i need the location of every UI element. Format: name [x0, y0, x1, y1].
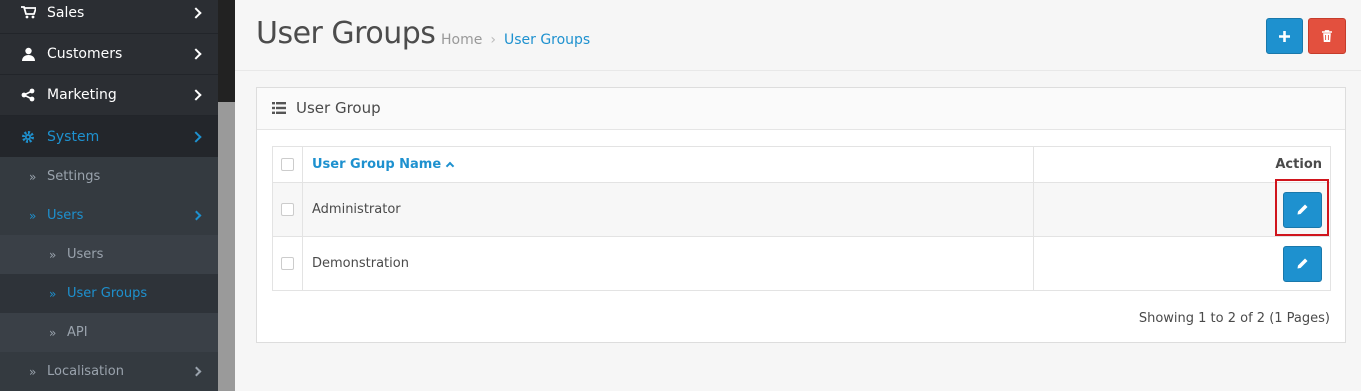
column-header-action: Action — [1033, 146, 1331, 183]
table-row: Administrator — [272, 182, 1331, 237]
row-checkbox[interactable] — [281, 203, 294, 216]
chevron-right-icon — [191, 366, 202, 377]
edit-button[interactable] — [1283, 245, 1322, 282]
double-chevron-icon: » — [29, 169, 36, 184]
double-chevron-icon: » — [29, 208, 36, 223]
chevron-right-icon — [190, 130, 202, 143]
sidebar-item-label: Sales — [47, 4, 85, 21]
double-chevron-icon: » — [49, 286, 56, 301]
add-button[interactable] — [1266, 18, 1303, 54]
chevron-right-icon — [191, 210, 202, 221]
sidebar-item-label: API — [67, 325, 88, 340]
sidebar-item-label: Users — [47, 208, 84, 223]
trash-icon — [1322, 30, 1332, 42]
plus-icon — [1279, 30, 1290, 42]
row-action-cell — [1033, 182, 1331, 237]
select-all-cell — [272, 146, 303, 183]
row-select-cell — [272, 236, 303, 291]
gear-icon — [20, 129, 36, 145]
row-checkbox[interactable] — [281, 257, 294, 270]
column-header-label: User Group Name — [312, 157, 442, 172]
row-name: Administrator — [302, 182, 1034, 237]
row-select-cell — [272, 182, 303, 237]
sidebar-item-users[interactable]: » Users — [0, 196, 218, 235]
breadcrumb-current[interactable]: User Groups — [504, 32, 590, 48]
panel-title: User Group — [296, 99, 381, 117]
sidebar-item-users-list[interactable]: » Users — [0, 235, 218, 274]
breadcrumb: Home › User Groups — [441, 32, 590, 48]
cart-icon — [20, 5, 36, 21]
sidebar-item-label: Localisation — [47, 364, 124, 379]
column-header-name[interactable]: User Group Name — [302, 146, 1034, 183]
sidebar-item-label: User Groups — [67, 286, 148, 301]
sidebar-scrollbar-thumb[interactable] — [218, 0, 235, 102]
sidebar-item-settings[interactable]: » Settings — [0, 157, 218, 196]
delete-button[interactable] — [1308, 18, 1346, 54]
sidebar-item-api[interactable]: » API — [0, 313, 218, 352]
sidebar-item-label: Users — [67, 247, 104, 262]
share-icon — [20, 87, 36, 103]
pagination-info: Showing 1 to 2 of 2 (1 Pages) — [1138, 311, 1330, 326]
sidebar-item-customers[interactable]: Customers — [0, 34, 218, 75]
list-icon — [272, 102, 286, 114]
pencil-icon — [1297, 258, 1308, 269]
user-icon — [20, 46, 36, 62]
user-group-panel: User Group User Group Name Action Admini… — [256, 87, 1346, 343]
select-all-checkbox[interactable] — [281, 158, 294, 171]
sidebar-item-system[interactable]: System — [0, 116, 218, 157]
sidebar-item-marketing[interactable]: Marketing — [0, 75, 218, 116]
sidebar-item-localisation[interactable]: » Localisation — [0, 352, 218, 391]
edit-button[interactable] — [1283, 191, 1322, 228]
table-row: Demonstration — [272, 236, 1331, 291]
chevron-right-icon — [190, 48, 202, 60]
chevron-right-icon — [190, 89, 202, 101]
sidebar: Sales Customers Marketing System » Setti… — [0, 0, 218, 391]
breadcrumb-home[interactable]: Home — [441, 32, 482, 48]
sidebar-item-sales[interactable]: Sales — [0, 0, 218, 34]
chevron-right-icon — [190, 6, 202, 19]
page-header: User Groups Home › User Groups — [235, 0, 1361, 71]
sidebar-item-label: Customers — [47, 46, 123, 62]
row-name: Demonstration — [302, 236, 1034, 291]
user-group-table: User Group Name Action Administrator Dem… — [272, 146, 1331, 291]
double-chevron-icon: » — [49, 247, 56, 262]
sidebar-item-label: Settings — [47, 169, 101, 184]
sidebar-item-label: Marketing — [47, 87, 117, 103]
double-chevron-icon: » — [49, 325, 56, 340]
breadcrumb-separator: › — [490, 32, 496, 48]
double-chevron-icon: » — [29, 364, 36, 379]
table-header-row: User Group Name Action — [272, 146, 1331, 183]
page-title: User Groups — [256, 16, 436, 51]
sidebar-item-user-groups[interactable]: » User Groups — [0, 274, 218, 313]
pencil-icon — [1297, 204, 1308, 215]
row-action-cell — [1033, 236, 1331, 291]
sidebar-item-label: System — [47, 128, 100, 145]
sort-ascending-icon — [445, 161, 455, 171]
panel-heading: User Group — [257, 88, 1345, 130]
